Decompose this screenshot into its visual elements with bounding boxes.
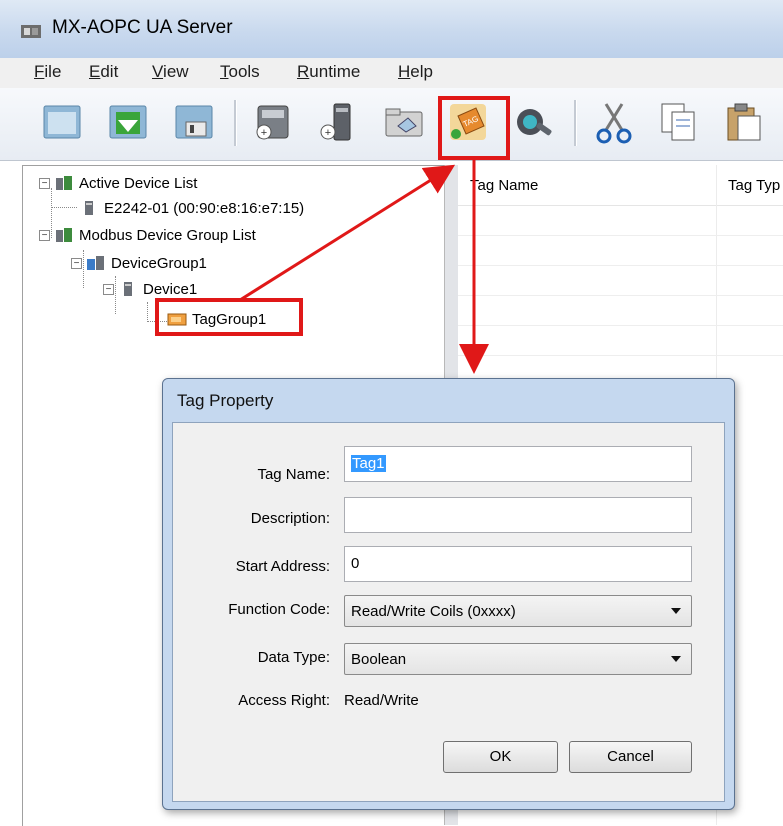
cancel-button[interactable]: Cancel [569, 741, 692, 773]
tag-property-dialog: Tag Property Tag Name: Tag1 Description:… [162, 378, 735, 810]
tag-name-label: Tag Name: [257, 466, 330, 483]
description-input[interactable] [344, 497, 692, 533]
dialog-title: Tag Property [177, 391, 274, 410]
tag-name-input[interactable]: Tag1 [344, 446, 692, 482]
function-code-select[interactable]: Read/Write Coils (0xxxx) [344, 595, 692, 627]
function-code-label: Function Code: [228, 601, 330, 618]
dialog-body: Tag Name: Tag1 Description: Start Addres… [172, 422, 725, 802]
chevron-down-icon [671, 608, 681, 614]
access-right-label: Access Right: [238, 692, 330, 709]
data-type-select[interactable]: Boolean [344, 643, 692, 675]
data-type-label: Data Type: [257, 649, 330, 666]
chevron-down-icon [671, 656, 681, 662]
start-address-label: Start Address: [235, 558, 330, 575]
start-address-input[interactable]: 0 [344, 546, 692, 582]
ok-button[interactable]: OK [443, 741, 558, 773]
description-label: Description: [250, 510, 330, 527]
data-type-value: Boolean [351, 651, 407, 668]
access-right-value: Read/Write [344, 692, 419, 709]
function-code-value: Read/Write Coils (0xxxx) [351, 603, 516, 620]
